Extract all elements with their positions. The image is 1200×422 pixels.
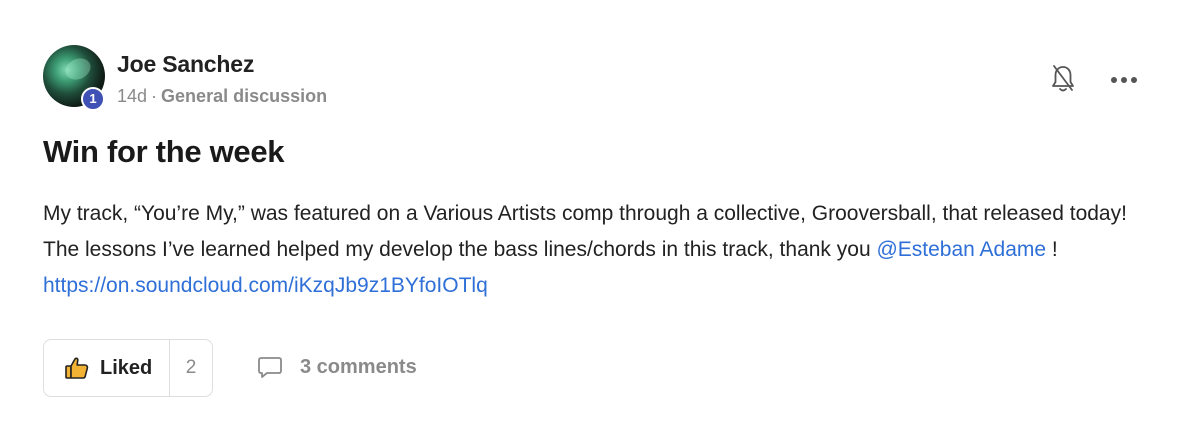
like-button[interactable]: Liked bbox=[44, 340, 170, 396]
rank-badge: 1 bbox=[81, 87, 105, 111]
comment-bubble-icon bbox=[258, 357, 282, 378]
thumbs-up-icon bbox=[65, 357, 89, 379]
post-body-punctuation: ! bbox=[1046, 238, 1058, 261]
bell-off-icon bbox=[1052, 65, 1074, 92]
avatar-container[interactable]: 1 bbox=[43, 45, 105, 111]
post-title: Win for the week bbox=[43, 134, 285, 169]
like-label: Liked bbox=[100, 356, 153, 379]
notification-toggle-button[interactable] bbox=[1048, 62, 1078, 96]
more-horizontal-icon bbox=[1111, 77, 1137, 83]
like-control: Liked 2 bbox=[43, 339, 213, 397]
category-link[interactable]: General discussion bbox=[161, 86, 327, 106]
post-meta: 14d · General discussion bbox=[117, 86, 327, 107]
meta-separator: · bbox=[151, 86, 158, 106]
post-card: 1 Joe Sanchez 14d · General discussion Win… bbox=[0, 0, 1200, 422]
user-mention-link[interactable]: @Esteban Adame bbox=[876, 238, 1046, 261]
author-name[interactable]: Joe Sanchez bbox=[117, 51, 254, 78]
comments-label: 3 comments bbox=[300, 355, 417, 378]
comments-button[interactable]: 3 comments bbox=[256, 353, 417, 381]
more-options-button[interactable] bbox=[1108, 70, 1140, 90]
post-body: My track, “You’re My,” was featured on a… bbox=[43, 196, 1153, 304]
soundcloud-link[interactable]: https://on.soundcloud.com/iKzqJb9z1BYfoI… bbox=[43, 274, 488, 297]
like-count[interactable]: 2 bbox=[170, 340, 212, 396]
post-time: 14d bbox=[117, 86, 148, 106]
